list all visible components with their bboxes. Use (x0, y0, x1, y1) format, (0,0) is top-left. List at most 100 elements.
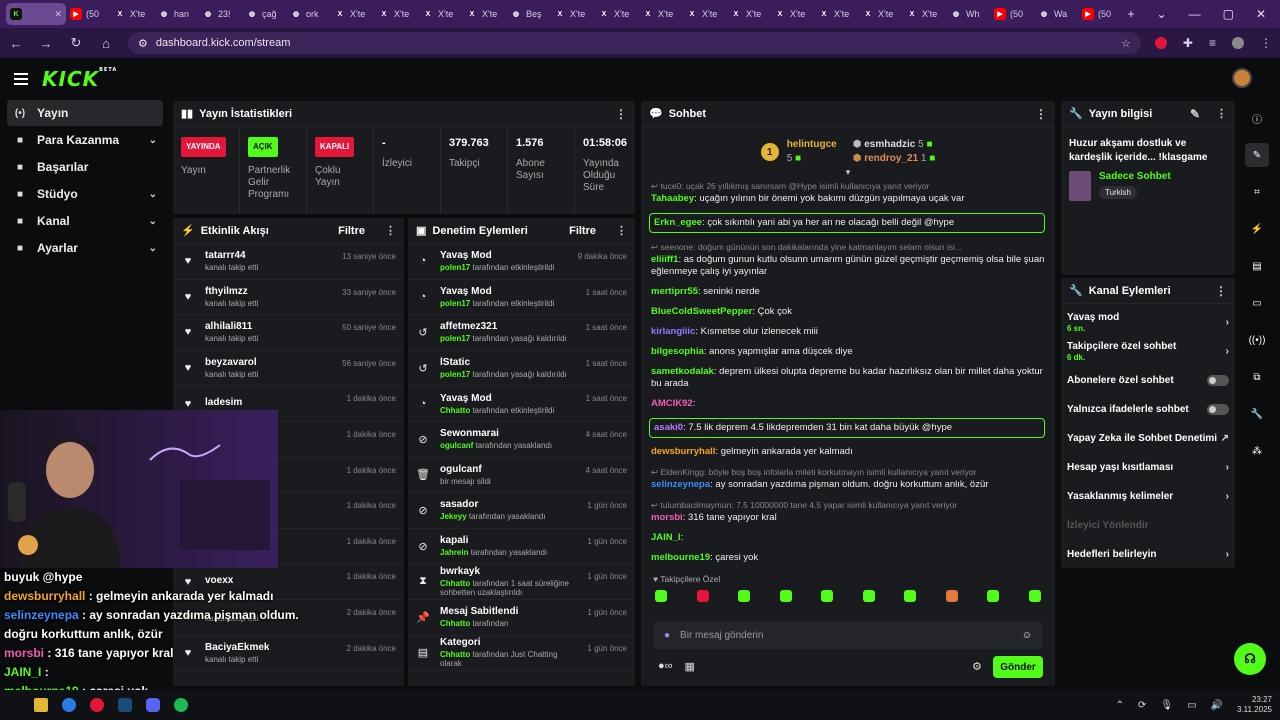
browser-tab[interactable]: X X'te (594, 3, 638, 25)
emote[interactable] (862, 590, 875, 602)
browser-tab[interactable]: ◍ 23! (198, 3, 242, 25)
chat-message[interactable]: mertiprr55: seninki nerde (651, 286, 1045, 298)
bolt-icon[interactable]: ⚡ (1245, 217, 1269, 241)
steam-icon[interactable] (118, 698, 132, 712)
emote[interactable] (821, 590, 834, 602)
browser-tab[interactable]: ◍ çağ (242, 3, 286, 25)
chat-username[interactable]: selinzeynepa (651, 479, 710, 490)
browser-menu-icon[interactable]: ⋮ (1260, 36, 1272, 50)
sidebar-item-6[interactable]: ■ Ayarlar ⌄ (7, 235, 163, 261)
moderation-row[interactable]: ▤ Kategori Chhatto tarafından Just Chattin… (408, 636, 635, 672)
activity-more-icon[interactable]: ⋮ (385, 224, 396, 237)
toggle-switch[interactable] (1207, 404, 1229, 415)
browser-taskbar-icon[interactable] (90, 698, 104, 712)
external-link-icon[interactable]: ↗ (1221, 433, 1229, 444)
chat-username[interactable]: asaki0 (654, 422, 683, 433)
tab-close-icon[interactable]: ✕ (54, 9, 62, 20)
browser-tab[interactable]: X X'te (550, 3, 594, 25)
layout-icon[interactable]: ⧉ (1245, 365, 1269, 389)
chat-username[interactable]: bilgesophia (651, 346, 704, 357)
category-thumbnail[interactable] (1069, 171, 1091, 201)
chevron-down-icon[interactable]: ⌄ (149, 243, 163, 254)
sidebar-item-4[interactable]: ■ Stüdyo ⌄ (7, 181, 163, 207)
moderation-row[interactable]: ↺ affetmez321 polen17 tarafından yasağı ka… (408, 315, 635, 351)
chat-username[interactable]: eliiiff1 (651, 254, 678, 265)
channel-action-row[interactable]: Yasaklanmış kelimeler › (1061, 482, 1235, 511)
moderation-actor[interactable]: polen17 (440, 263, 470, 272)
nodes-icon[interactable]: ⁂ (1245, 439, 1269, 463)
edge-icon[interactable] (62, 698, 76, 712)
wrench-icon[interactable]: 🔧 (1245, 402, 1269, 426)
chevron-down-icon[interactable]: ⌄ (149, 189, 163, 200)
home-icon[interactable]: ⌂ (98, 36, 114, 51)
gift-box-icon[interactable]: ▦ (685, 660, 695, 673)
close-window-icon[interactable]: ✕ (1256, 7, 1266, 21)
chat-message[interactable]: eliiiff1: as doğum gunun kutlu olsunn um… (651, 254, 1045, 278)
emoji-icon[interactable]: ☺ (1022, 630, 1032, 641)
chat-message[interactable]: Erkn_egee: çok sıkıntılı yani abi ya her… (649, 213, 1045, 233)
chat-username[interactable]: AMCIK92 (651, 398, 693, 409)
sidebar-item-3[interactable]: ■ Başarılar (7, 154, 163, 180)
moderation-actor[interactable]: ogulcanf (440, 441, 473, 450)
chat-username[interactable]: kirlangiiic (651, 326, 695, 337)
chat-message[interactable]: Tahaabey: uçağın yılının bir önemi yok b… (651, 193, 1045, 205)
browser-tab[interactable]: X X'te (814, 3, 858, 25)
browser-tab[interactable]: X X'te (858, 3, 902, 25)
file-explorer-icon[interactable] (34, 698, 48, 712)
browser-tab[interactable]: K ✕ (6, 3, 66, 25)
address-bar[interactable]: ⚙ dashboard.kick.com/stream ☆ (128, 32, 1141, 54)
activity-row[interactable]: ♥ fthyilmzz kanalı takip etti 33 saniye önc… (173, 280, 404, 316)
moderation-row[interactable]: ◔ Yavaş Mod Chhatto tarafından etkinleştir… (408, 386, 635, 422)
chevron-right-icon[interactable]: › (1226, 317, 1229, 328)
extensions-puzzle-icon[interactable]: ✚ (1183, 36, 1193, 50)
moderation-row[interactable]: ◔ Yavaş Mod polen17 tarafından etkinleştir… (408, 280, 635, 316)
browser-tab[interactable]: ◍ ork (286, 3, 330, 25)
actions-more-icon[interactable]: ⋮ (1215, 284, 1227, 298)
tray-chevron-icon[interactable]: ⌃ (1116, 700, 1124, 711)
maximize-icon[interactable]: ▢ (1223, 7, 1234, 21)
moderation-filter-button[interactable]: Filtre (569, 225, 596, 237)
chat-username[interactable]: morsbi (651, 512, 683, 523)
sidebar-item-5[interactable]: ■ Kanal ⌄ (7, 208, 163, 234)
browser-tab[interactable]: ▶ (50 (1078, 3, 1122, 25)
user-avatar[interactable] (1232, 68, 1252, 88)
moderation-row[interactable]: ⧗ bwrkayk Chhatto tarafından 1 saat süreli… (408, 564, 635, 600)
chat-username[interactable]: Erkn_egee (654, 217, 702, 228)
moderation-row[interactable]: 🗑 ogulcanf bir mesajı sildi 4 saat önce (408, 458, 635, 494)
activity-row[interactable]: ♥ tatarrr44 kanalı takip etti 13 saniye önc… (173, 244, 404, 280)
bookmark-star-icon[interactable]: ☆ (1121, 37, 1131, 50)
reload-icon[interactable]: ↻ (68, 35, 84, 51)
site-info-icon[interactable]: ⚙ (138, 37, 148, 50)
sidebar-item-1[interactable]: (•) Yayın (7, 100, 163, 126)
browser-tab[interactable]: X X'te (726, 3, 770, 25)
info-icon[interactable]: ⓘ (1245, 106, 1269, 130)
moderation-row[interactable]: ↺ lStatic polen17 tarafından yasağı kaldır… (408, 351, 635, 387)
kick-logo[interactable]: KICKBETA (42, 67, 117, 91)
sync-icon[interactable]: ⟳ (1138, 700, 1146, 711)
discord-icon[interactable] (146, 698, 160, 712)
chat-message[interactable]: bilgesophia: anons yapmışlar ama düşcek … (651, 346, 1045, 358)
chat-users-icon[interactable]: ●∞ (658, 660, 673, 673)
moderation-actor[interactable]: polen17 (440, 299, 470, 308)
browser-tab[interactable]: X X'te (330, 3, 374, 25)
chat-message[interactable]: morsbi: 316 tane yapıyor kral (651, 512, 1045, 524)
chevron-right-icon[interactable]: › (1226, 549, 1229, 560)
chat-message[interactable]: sametkodalak: deprem ülkesi olupta depre… (651, 366, 1045, 390)
info-more-icon[interactable]: ⋮ (1216, 107, 1227, 120)
document-icon[interactable]: ▤ (1245, 254, 1269, 278)
volume-icon[interactable]: 🔊 (1211, 700, 1223, 711)
moderation-row[interactable]: ◔ Yavaş Mod polen17 tarafından etkinleştir… (408, 244, 635, 280)
chat-username[interactable]: sametkodalak (651, 366, 714, 377)
chat-username[interactable]: melbourne19 (651, 552, 710, 563)
clock[interactable]: 23:27 3.11.2025 (1237, 695, 1272, 715)
spotify-icon[interactable] (174, 698, 188, 712)
channel-action-row[interactable]: Hesap yaşı kısıtlaması › (1061, 453, 1235, 482)
chat-message[interactable]: BlueColdSweetPepper: Çok çok (651, 306, 1045, 318)
channel-action-row[interactable]: Abonelere özel sohbet (1061, 366, 1235, 395)
broadcast-icon[interactable]: ((•)) (1245, 328, 1269, 352)
chevron-right-icon[interactable]: › (1226, 491, 1229, 502)
browser-tab[interactable]: X X'te (110, 3, 154, 25)
moderation-actor[interactable]: Chhatto (440, 406, 470, 415)
chat-message[interactable]: dewsburryhall: gelmeyin ankarada yer kal… (651, 446, 1045, 458)
browser-tab[interactable]: ◍ han (154, 3, 198, 25)
